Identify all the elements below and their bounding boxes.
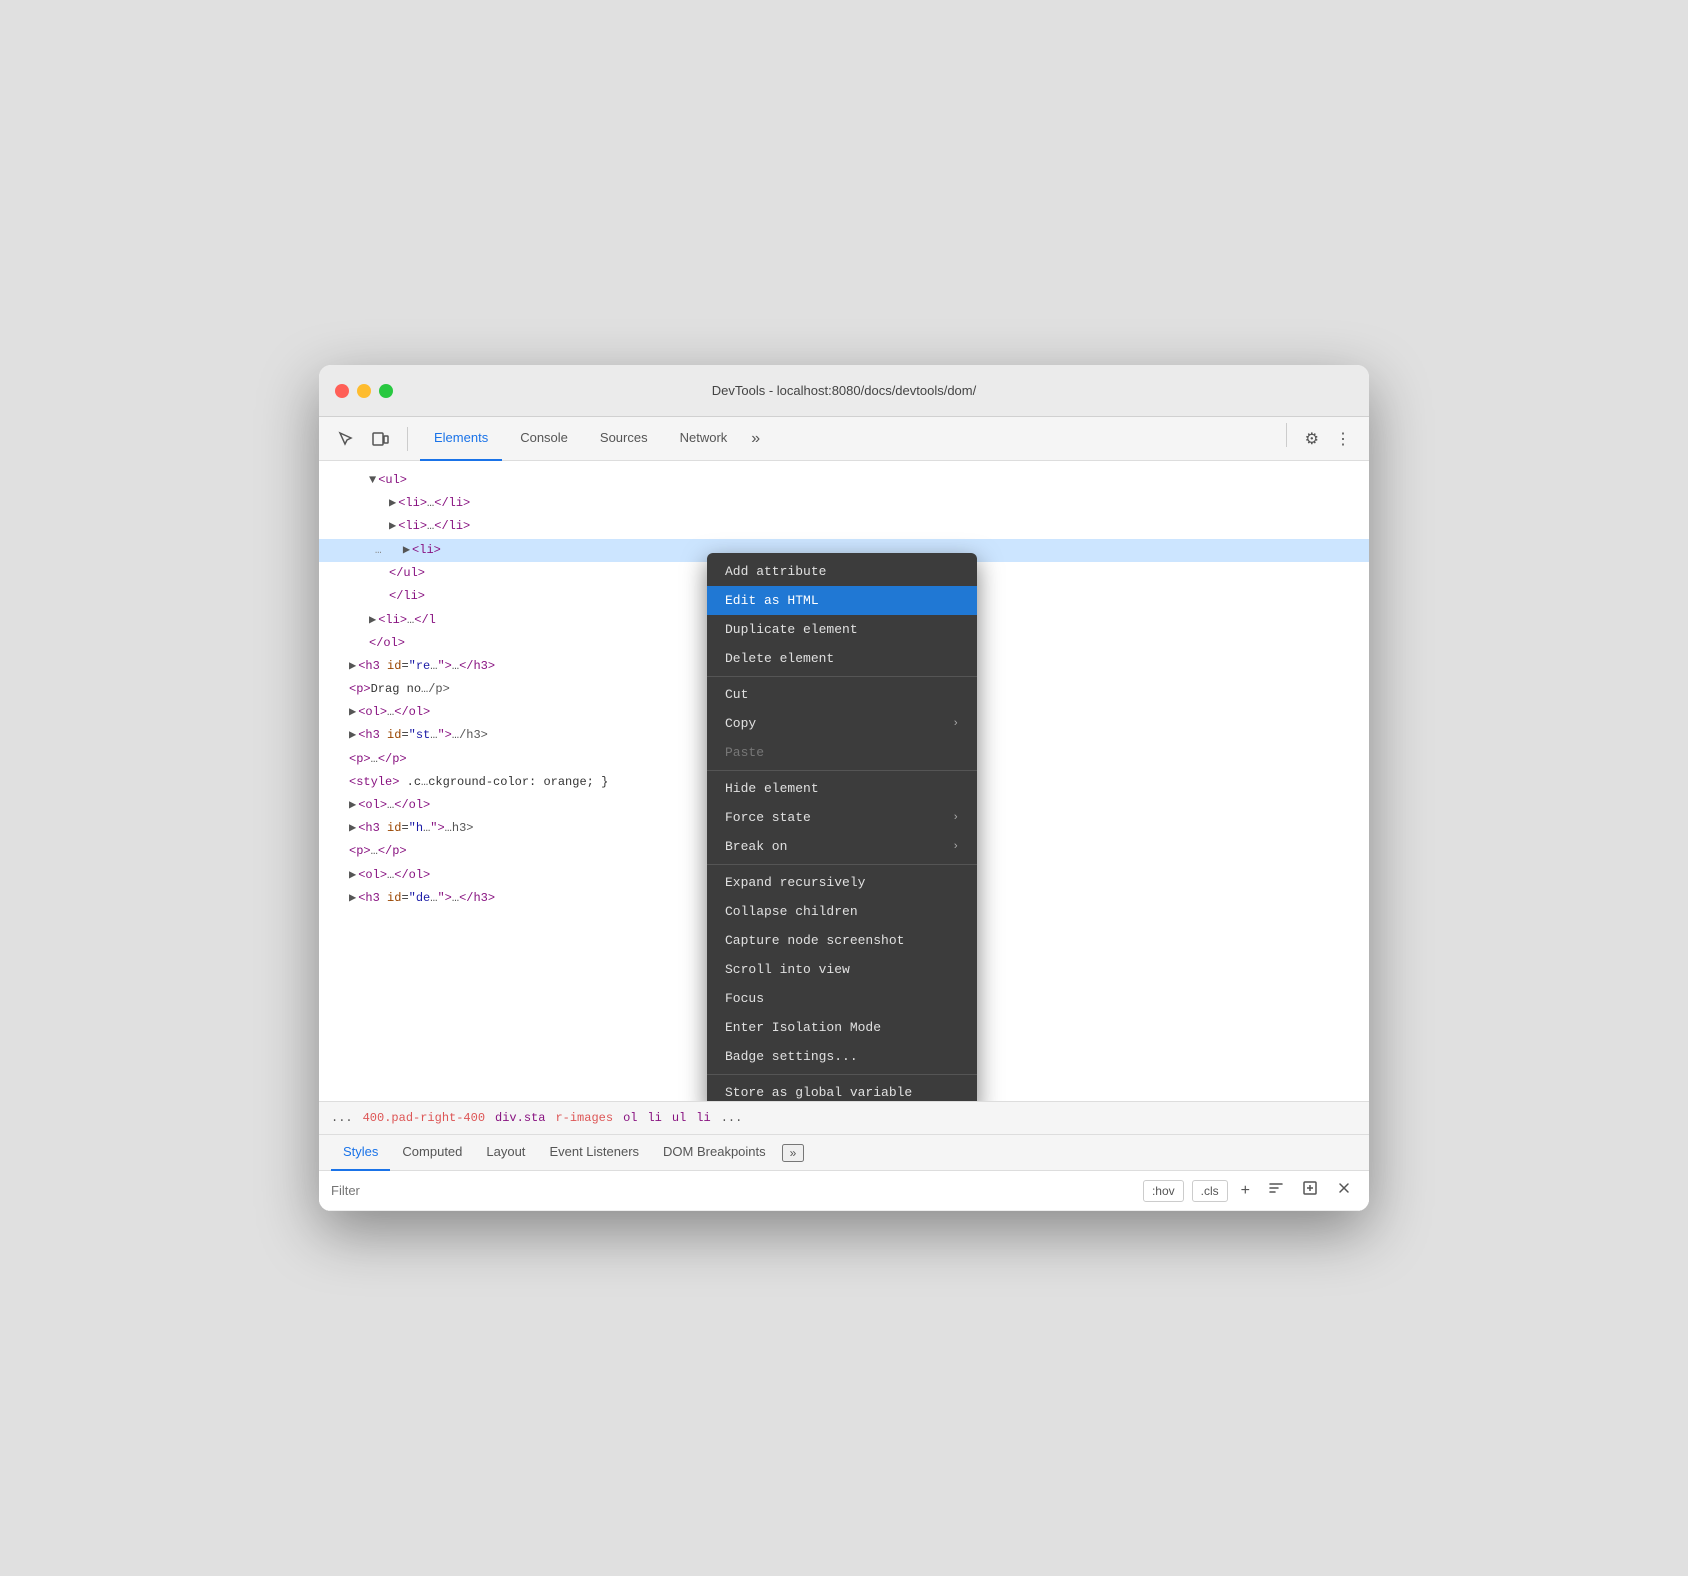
expand-icon[interactable]: ▶ [349,868,356,882]
devtools-window: DevTools - localhost:8080/docs/devtools/… [319,365,1369,1211]
expand-icon[interactable]: ▶ [349,728,356,742]
element-state-button[interactable] [1297,1177,1323,1204]
expand-icon[interactable]: ▶ [349,821,356,835]
submenu-arrow-icon: › [952,812,959,824]
dom-line: ▶<li>…</li> [319,492,1369,515]
filter-input[interactable] [331,1183,1135,1198]
ctx-add-attribute[interactable]: Add attribute [707,557,977,586]
dom-line: ▶<li>…</li> [319,515,1369,538]
context-menu-separator [707,770,977,771]
more-tabs-button[interactable]: » [745,424,766,454]
context-menu: Add attribute Edit as HTML Duplicate ele… [707,553,977,1101]
filter-bar: :hov .cls + [319,1171,1369,1211]
cls-button[interactable]: .cls [1192,1180,1228,1202]
more-options-button[interactable]: ⋮ [1329,423,1357,455]
hov-button[interactable]: :hov [1143,1180,1184,1202]
toolbar-right: ⚙ ⋮ [1278,423,1357,455]
new-style-rule-button[interactable] [1263,1177,1289,1204]
device-toggle-button[interactable] [365,424,395,454]
ctx-scroll-into-view[interactable]: Scroll into view [707,955,977,984]
breadcrumb-dots[interactable]: ... [327,1111,357,1125]
devtools-body: ▼<ul> ▶<li>…</li> ▶<li>…</li> … ▶<li> </… [319,461,1369,1211]
breadcrumb-item[interactable]: 400.pad-right-400 [359,1109,489,1127]
toolbar-separator [407,427,408,451]
panel-tab-event-listeners[interactable]: Event Listeners [537,1135,651,1171]
ctx-copy[interactable]: Copy › [707,709,977,738]
devtools-toolbar: Elements Console Sources Network » ⚙ ⋮ [319,417,1369,461]
titlebar: DevTools - localhost:8080/docs/devtools/… [319,365,1369,417]
panel-tab-layout[interactable]: Layout [474,1135,537,1171]
window-title: DevTools - localhost:8080/docs/devtools/… [712,383,976,398]
context-menu-separator [707,676,977,677]
context-menu-separator [707,1074,977,1075]
breadcrumb-item[interactable]: div.sta [491,1109,549,1127]
expand-icon[interactable]: ▶ [389,519,396,533]
breadcrumb-item[interactable]: ol [619,1109,641,1127]
breadcrumb-item[interactable]: ul [668,1109,690,1127]
ctx-duplicate-element[interactable]: Duplicate element [707,615,977,644]
panel-tabs-more-button[interactable]: » [782,1144,805,1162]
inspect-element-button[interactable] [331,424,361,454]
tab-elements[interactable]: Elements [420,417,502,461]
ctx-collapse-children[interactable]: Collapse children [707,897,977,926]
ctx-break-on[interactable]: Break on › [707,832,977,861]
expand-icon[interactable]: ▶ [403,543,410,557]
ctx-edit-as-html[interactable]: Edit as HTML [707,586,977,615]
ctx-badge-settings[interactable]: Badge settings... [707,1042,977,1071]
inspect-style-button[interactable] [1331,1177,1357,1204]
ctx-capture-node-screenshot[interactable]: Capture node screenshot [707,926,977,955]
ctx-enter-isolation-mode[interactable]: Enter Isolation Mode [707,1013,977,1042]
expand-icon[interactable]: ▶ [349,659,356,673]
breadcrumb-bar: ... 400.pad-right-400 div.sta r-images o… [319,1101,1369,1135]
breadcrumb-item[interactable]: r-images [551,1109,617,1127]
breadcrumb-item[interactable]: li [692,1109,714,1127]
close-button[interactable] [335,384,349,398]
settings-button[interactable]: ⚙ [1299,423,1325,455]
breadcrumb-more[interactable]: ... [717,1111,747,1125]
ctx-focus[interactable]: Focus [707,984,977,1013]
expand-icon[interactable]: ▶ [389,496,396,510]
panel-tab-styles[interactable]: Styles [331,1135,390,1171]
bottom-panel: Styles Computed Layout Event Listeners D… [319,1135,1369,1211]
tab-console[interactable]: Console [506,417,582,461]
maximize-button[interactable] [379,384,393,398]
panel-tabs: Styles Computed Layout Event Listeners D… [319,1135,1369,1171]
breadcrumb-item[interactable]: li [643,1109,665,1127]
expand-icon[interactable]: ▶ [369,613,376,627]
ctx-delete-element[interactable]: Delete element [707,644,977,673]
minimize-button[interactable] [357,384,371,398]
toolbar-right-separator [1286,423,1287,447]
expand-icon[interactable]: ▶ [349,891,356,905]
ctx-hide-element[interactable]: Hide element [707,774,977,803]
expand-icon[interactable]: ▶ [349,798,356,812]
ctx-store-as-global[interactable]: Store as global variable [707,1078,977,1101]
add-rule-button[interactable]: + [1236,1179,1255,1203]
dom-line: ▼<ul> [319,469,1369,492]
submenu-arrow-icon: › [952,718,959,730]
ctx-expand-recursively[interactable]: Expand recursively [707,868,977,897]
dom-panel[interactable]: ▼<ul> ▶<li>…</li> ▶<li>…</li> … ▶<li> </… [319,461,1369,1101]
context-menu-separator [707,864,977,865]
expand-icon[interactable]: ▶ [349,705,356,719]
traffic-lights [335,384,393,398]
submenu-arrow-icon: › [952,841,959,853]
ctx-cut[interactable]: Cut [707,680,977,709]
collapse-icon[interactable]: ▼ [369,473,376,487]
ctx-force-state[interactable]: Force state › [707,803,977,832]
tab-sources[interactable]: Sources [586,417,662,461]
ctx-paste: Paste [707,738,977,767]
tab-network[interactable]: Network [666,417,742,461]
panel-tab-computed[interactable]: Computed [390,1135,474,1171]
panel-tab-dom-breakpoints[interactable]: DOM Breakpoints [651,1135,778,1171]
